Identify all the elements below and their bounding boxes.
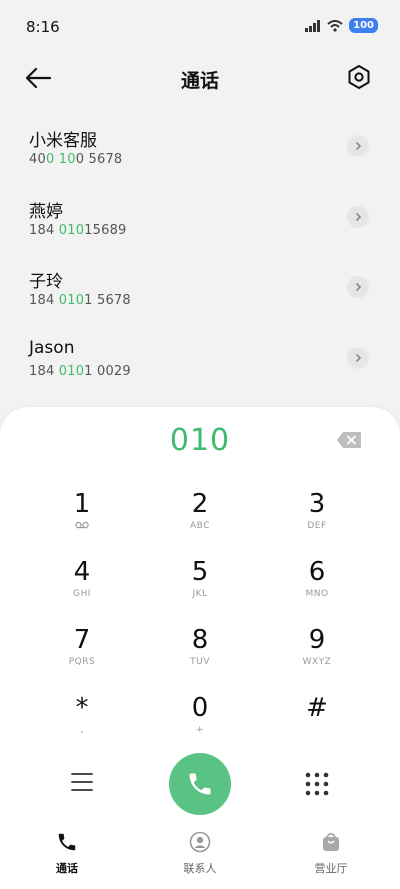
contact-number: 400 100 5678 [29,152,123,167]
key-letters: TUV [190,657,210,667]
chevron-right-icon [355,282,362,292]
key-digit: 0 [191,693,209,723]
chevron-right-icon [355,141,362,151]
tab-contacts[interactable]: 联系人 [155,831,245,876]
contact-number: 184 0101 0029 [29,363,131,379]
contact-number: 184 01015689 [29,222,127,238]
key-letters: , [80,725,84,735]
shopping-bag-icon [323,832,339,851]
dial-key-5[interactable]: 5 JKL [155,557,245,617]
page-title: 通话 [180,70,219,92]
key-digit: 3 [308,489,326,519]
dial-key-4[interactable]: 4 GHI [37,557,127,617]
contact-number: 184 0101 5678 [29,293,131,308]
gear-icon [348,65,370,89]
dial-key-hash[interactable]: # [272,693,362,753]
key-digit: 9 [308,625,326,655]
call-button[interactable] [169,753,231,815]
tab-label: 营业厅 [314,862,348,875]
dialpad-grid-icon [305,772,329,796]
key-letters: DEF [307,521,327,531]
contact-row[interactable]: Jason 184 0101 0029 [0,328,400,399]
contact-name: 小米客服 [29,131,97,151]
key-digit: # [306,693,328,723]
signal-icon [305,19,321,32]
status-icons: 100 [305,18,378,33]
backspace-icon [337,432,361,448]
wifi-icon [327,19,343,32]
bottom-tab-bar: 通话 联系人 营业厅 [0,821,400,889]
contact-row[interactable]: 子玲 184 0101 5678 [0,257,400,328]
dial-key-1[interactable]: 1 [37,489,127,549]
dialpad-toggle-button[interactable] [302,769,332,799]
header: 通话 [0,56,400,102]
contact-name: 燕婷 [29,201,63,222]
voicemail-icon [37,521,127,532]
settings-button[interactable] [346,64,374,92]
key-digit: 2 [191,489,209,519]
key-letters: WXYZ [302,657,332,667]
contact-detail-button[interactable] [347,205,369,228]
dialer-panel: 010 1 2 ABC 3 DEF 4 GHI 5 JKL 6 MNO 7 PQ… [0,407,400,889]
key-digit: 4 [73,557,91,587]
tab-service-hall[interactable]: 营业厅 [286,831,376,876]
dial-key-0[interactable]: 0 + [155,693,245,753]
dial-key-9[interactable]: 9 WXYZ [272,625,362,685]
dial-key-8[interactable]: 8 TUV [155,625,245,685]
key-letters: ABC [190,521,210,531]
key-digit: 5 [191,557,209,587]
key-letters: GHI [73,589,91,599]
key-letters: MNO [305,589,329,599]
tab-calls[interactable]: 通话 [22,831,112,876]
backspace-button[interactable] [336,431,362,449]
key-letters: + [195,725,205,735]
key-digit: 7 [73,625,91,655]
key-digit: 1 [73,489,91,519]
dial-key-6[interactable]: 6 MNO [272,557,362,617]
status-time: 8:16 [26,18,60,36]
chevron-right-icon [355,212,362,221]
person-icon [189,831,211,853]
contact-name: 子玲 [29,272,63,292]
battery-indicator: 100 [349,18,378,33]
contact-row[interactable]: 小米客服 400 100 5678 [0,116,400,187]
contact-detail-button[interactable] [347,346,369,369]
phone-icon [189,773,211,795]
tab-label: 联系人 [183,862,217,875]
key-letters: PQRS [68,657,96,667]
contact-row[interactable]: 燕婷 184 01015689 [0,187,400,258]
contact-name: Jason [29,337,75,358]
contact-detail-button[interactable] [347,276,369,298]
dial-key-7[interactable]: 7 PQRS [37,625,127,685]
key-digit: 8 [191,625,209,655]
key-digit: 6 [308,557,326,587]
contact-detail-button[interactable] [347,135,369,157]
dial-key-star[interactable]: * , [37,693,127,753]
status-bar: 8:16 100 [0,0,400,56]
dial-key-2[interactable]: 2 ABC [155,489,245,549]
key-letters: JKL [192,589,208,599]
key-digit: * [75,693,89,723]
phone-icon [58,833,76,851]
dial-key-3[interactable]: 3 DEF [272,489,362,549]
menu-button[interactable] [68,770,98,796]
hamburger-menu-icon [71,773,93,791]
chevron-right-icon [355,353,362,362]
tab-label: 通话 [56,862,78,875]
contact-list: 小米客服 400 100 5678 燕婷 184 01015689 子玲 184… [0,116,400,398]
